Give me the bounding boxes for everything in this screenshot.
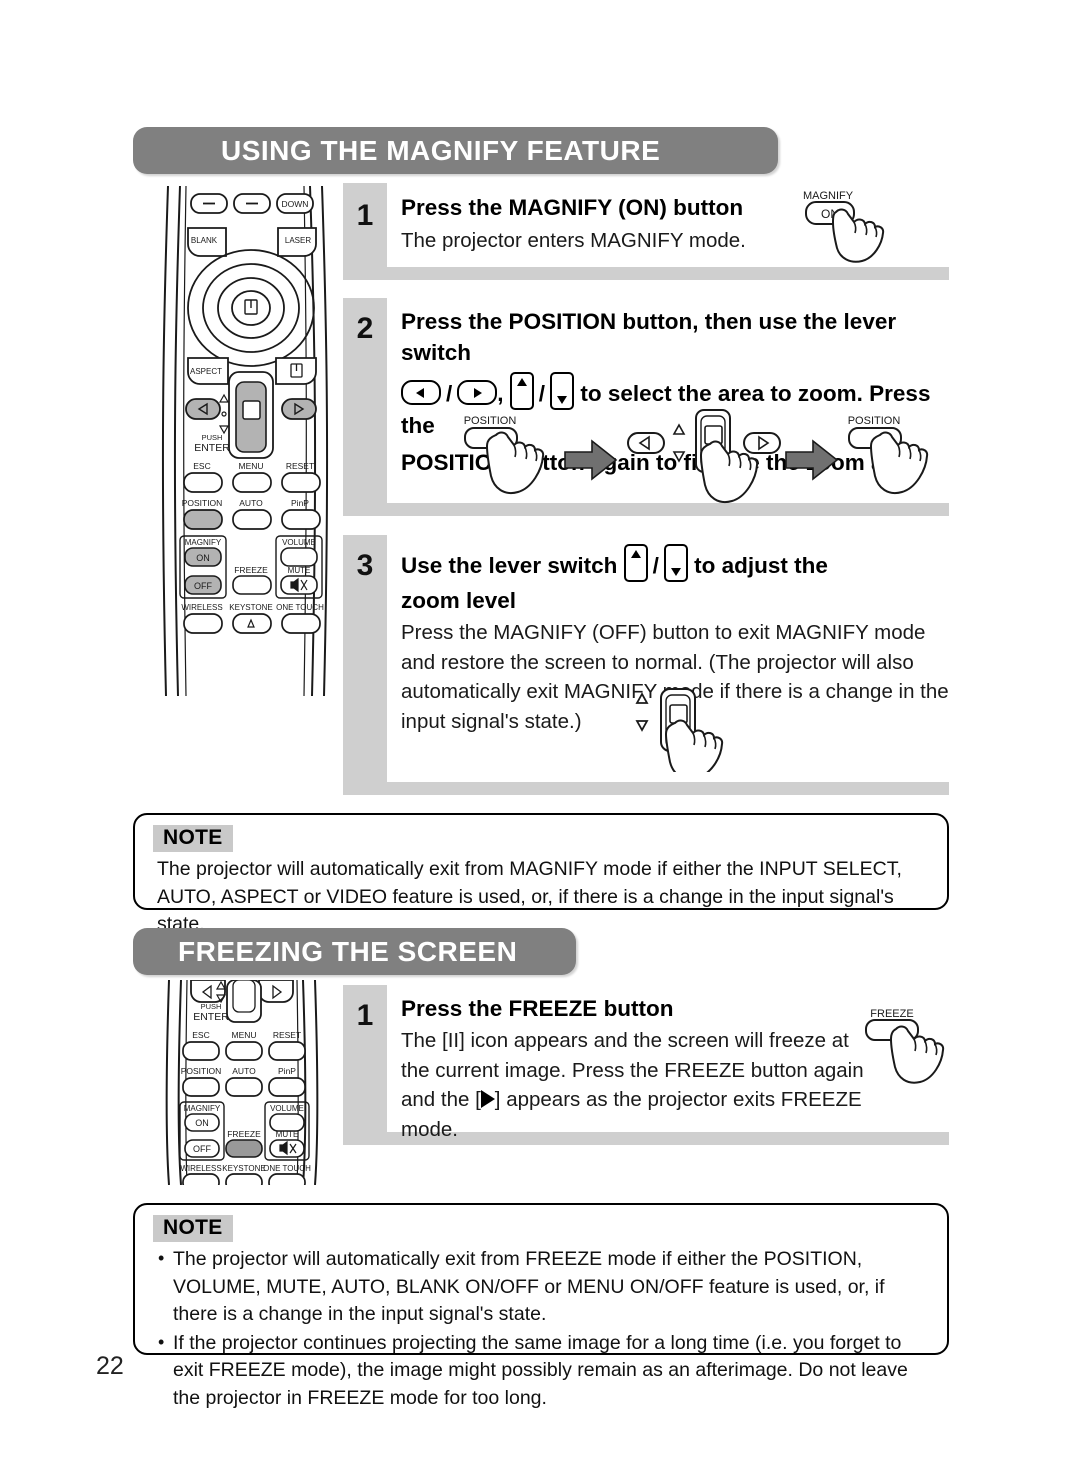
svg-text:KEYSTONE: KEYSTONE (222, 1164, 265, 1173)
svg-text:LASER: LASER (285, 236, 311, 245)
callout-button-label: FREEZE (870, 1008, 913, 1020)
step-title-line2: zoom level (401, 588, 517, 613)
down-triangle-icon (635, 720, 649, 732)
remote-illustration-freeze: PUSH ENTER ESC MENU RESET POSITION AUTO … (155, 980, 330, 1185)
arrow-left-key-icon (401, 380, 441, 405)
step-title-line1: Press the POSITION button, then use the … (401, 309, 897, 365)
section-title-magnify: USING THE MAGNIFY FEATURE (221, 134, 661, 166)
svg-text:PinP: PinP (291, 498, 309, 508)
svg-text:DOWN: DOWN (282, 199, 309, 209)
diagram-position-sequence: POSITION POSITION (452, 408, 952, 512)
lever-up-icon (509, 372, 534, 410)
svg-text:ESC: ESC (192, 1030, 209, 1040)
svg-text:RESET: RESET (286, 461, 314, 471)
flow-arrow-icon (564, 439, 618, 481)
svg-text:FREEZE: FREEZE (227, 1129, 261, 1139)
flow-arrow-icon (785, 439, 839, 481)
svg-text:PinP: PinP (278, 1066, 296, 1076)
play-glyph-icon (480, 1090, 495, 1108)
arrow-right-key-icon (457, 380, 498, 405)
step-title-suffix: to adjust the (694, 553, 828, 578)
step-title-line1: Use the lever switch / to adjust the (401, 544, 946, 582)
lever-down-icon (663, 544, 688, 582)
svg-text:AUTO: AUTO (232, 1066, 256, 1076)
callout-freeze: FREEZE (862, 1005, 958, 1085)
step-title-prefix: Use the lever switch (401, 553, 618, 578)
note-tag: NOTE (153, 825, 233, 852)
step-bottombar (343, 267, 949, 280)
note-box-freeze: NOTE The projector will automatically ex… (133, 1203, 949, 1409)
svg-text:ON: ON (196, 553, 210, 563)
position-label-first: POSITION (464, 415, 517, 427)
manual-page: USING THE MAGNIFY FEATURE DOWN BLANK LAS… (0, 0, 1080, 1484)
step-number: 1 (356, 999, 374, 1032)
step-number: 2 (356, 312, 374, 345)
step-bottombar (343, 782, 949, 795)
svg-text:ASPECT: ASPECT (190, 367, 222, 376)
section-title-freeze: FREEZING THE SCREEN (178, 935, 518, 967)
position-label-last: POSITION (848, 415, 901, 427)
step-panel-freeze-1: 1 Press the FREEZE button The [II] icon … (343, 985, 949, 1145)
svg-text:OFF: OFF (193, 1144, 211, 1154)
svg-text:POSITION: POSITION (182, 498, 223, 508)
svg-text:POSITION: POSITION (181, 1066, 222, 1076)
diagram-lever-adjust (625, 688, 745, 772)
section-header-freeze: FREEZING THE SCREEN (133, 928, 576, 975)
step-title: Press the FREEZE button (401, 996, 674, 1021)
note-line-1: The projector will automatically exit fr… (157, 858, 902, 880)
svg-text:VOLUME: VOLUME (282, 538, 316, 547)
step-text: The [II] icon appears and the screen wil… (401, 1026, 879, 1144)
svg-text:KEYSTONE: KEYSTONE (229, 603, 272, 612)
note-bullet-list: The projector will automatically exit fr… (135, 1245, 947, 1413)
svg-text:FREEZE: FREEZE (234, 565, 268, 575)
step-number: 1 (356, 199, 374, 232)
note-tag: NOTE (153, 1215, 233, 1242)
svg-text:ESC: ESC (193, 461, 210, 471)
svg-text:ONE TOUCH: ONE TOUCH (276, 603, 324, 612)
svg-text:ENTER: ENTER (193, 1011, 229, 1023)
step-number: 3 (356, 549, 374, 582)
svg-text:ONE TOUCH: ONE TOUCH (263, 1164, 311, 1173)
svg-text:BLANK: BLANK (191, 236, 218, 245)
svg-text:MUTE: MUTE (288, 566, 311, 575)
svg-text:WIRELESS: WIRELESS (181, 603, 222, 612)
svg-text:VOLUME: VOLUME (270, 1104, 304, 1113)
svg-text:PUSH: PUSH (202, 433, 223, 442)
svg-text:MENU: MENU (231, 1030, 256, 1040)
note-box-magnify: NOTE The projector will automatically ex… (133, 813, 949, 935)
svg-text:MAGNIFY: MAGNIFY (184, 1104, 221, 1113)
svg-text:MAGNIFY: MAGNIFY (185, 538, 222, 547)
remote-illustration-magnify: DOWN BLANK LASER ASPECT PUSH ENTER ESC M… (150, 186, 340, 696)
up-triangle-icon (635, 692, 649, 704)
svg-text:ON: ON (195, 1118, 209, 1128)
svg-text:ENTER: ENTER (194, 442, 230, 454)
section-header-magnify: USING THE MAGNIFY FEATURE (133, 127, 778, 174)
svg-text:MUTE: MUTE (276, 1130, 299, 1139)
note-bullet: If the projector continues projecting th… (158, 1329, 929, 1413)
svg-text:WIRELESS: WIRELESS (180, 1164, 221, 1173)
note-bullet: The projector will automatically exit fr… (158, 1245, 929, 1329)
svg-text:MENU: MENU (238, 461, 263, 471)
svg-text:AUTO: AUTO (239, 498, 263, 508)
lever-down-icon (550, 372, 575, 410)
callout-label: MAGNIFY (803, 190, 854, 202)
callout-magnify-on: MAGNIFY ON (800, 188, 900, 266)
svg-text:RESET: RESET (273, 1030, 301, 1040)
page-number: 22 (96, 1352, 124, 1380)
svg-text:OFF: OFF (194, 581, 212, 591)
svg-text:PUSH: PUSH (201, 1002, 222, 1011)
lever-up-icon (623, 544, 648, 582)
